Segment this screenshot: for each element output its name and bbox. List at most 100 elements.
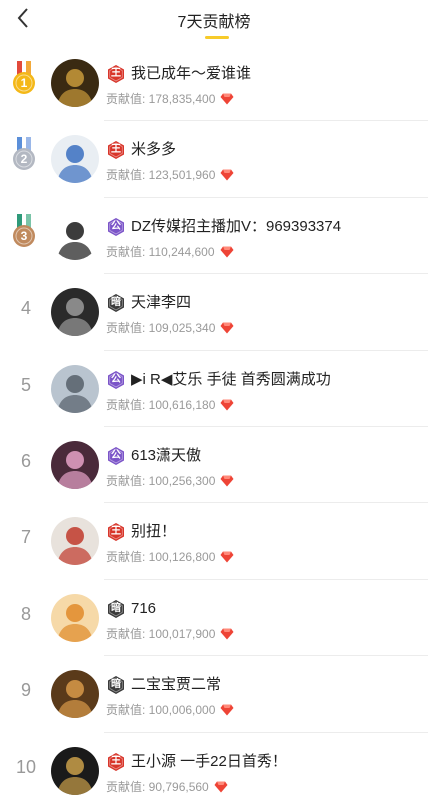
user-name[interactable]: 王小源 一手22日首秀！ [131, 752, 287, 772]
badge-label: 公 [111, 373, 121, 385]
avatar[interactable] [51, 746, 99, 795]
leaderboard-list: 1 王 我已成年～爱谁谁 贡献值: 178,835,400 2 王 米多多 贡献… [0, 45, 428, 802]
an-badge-icon: 暗 [106, 599, 126, 619]
user-name[interactable]: ▶i R◀艾乐 手徒 首秀圆满成功 [131, 370, 331, 390]
rank-number: 5 [20, 374, 31, 395]
avatar[interactable] [51, 517, 99, 566]
contrib-label: 贡献值: [106, 397, 149, 412]
list-item[interactable]: 6 公 613潇天傲 贡献值: 100,256,300 [0, 427, 428, 504]
contribution-value: 贡献值: 90,796,560 [106, 779, 228, 795]
contrib-label: 贡献值: [106, 703, 149, 718]
contrib-label: 贡献值: [106, 779, 149, 794]
badge-label: 王 [111, 144, 121, 156]
badge-label: 暗 [111, 297, 121, 309]
rank-number: 9 [20, 680, 31, 701]
contrib-amount: 123,501,960 [148, 168, 216, 183]
contrib-amount: 178,835,400 [148, 92, 216, 106]
contribution-value: 贡献值: 100,017,900 [106, 626, 234, 642]
avatar[interactable] [51, 440, 99, 489]
page-title: 7天贡献榜 [177, 14, 251, 31]
user-name[interactable]: 我已成年～爱谁谁 [131, 64, 251, 84]
title-active-indicator [205, 36, 229, 39]
medal-rank: 2 [20, 152, 28, 167]
list-item[interactable]: 8 暗 716 贡献值: 100,017,900 [0, 580, 428, 657]
contribution-value: 贡献值: 109,025,340 [106, 320, 234, 336]
user-name[interactable]: DZ传媒招主播加V：969393374 [131, 217, 341, 237]
gem-icon [220, 322, 234, 334]
badge-label: 王 [111, 68, 121, 79]
list-item[interactable]: 2 王 米多多 贡献值: 123,501,960 [0, 121, 428, 198]
gong-badge-icon: 公 [106, 446, 126, 466]
avatar[interactable] [51, 59, 99, 107]
gem-icon [220, 399, 234, 411]
contribution-value: 贡献值: 100,006,000 [106, 702, 234, 718]
list-item[interactable]: 1 王 我已成年～爱谁谁 贡献值: 178,835,400 [0, 45, 428, 122]
badge-label: 公 [111, 449, 121, 461]
rank-number: 4 [20, 298, 31, 319]
contrib-amount: 100,126,800 [148, 550, 216, 565]
user-name[interactable]: 米多多 [131, 140, 176, 160]
king-badge-icon: 王 [106, 522, 126, 542]
rank-number: 10 [15, 756, 37, 777]
list-item[interactable]: 3 公 DZ传媒招主播加V：969393374 贡献值: 110,244,600 [0, 198, 428, 275]
contrib-amount: 109,025,340 [148, 321, 216, 336]
gem-icon [220, 93, 234, 105]
user-name[interactable]: 天津李四 [131, 293, 191, 313]
user-name[interactable]: 二宝宝贾二常 [131, 675, 221, 695]
an-badge-icon: 暗 [106, 293, 126, 313]
badge-label: 王 [111, 526, 121, 538]
rank-number: 7 [20, 527, 31, 548]
contrib-label: 贡献值: [106, 473, 149, 488]
king-badge-icon: 王 [106, 140, 126, 160]
king-badge-icon: 王 [106, 64, 126, 84]
gem-icon [220, 475, 234, 487]
contrib-amount: 100,616,180 [148, 397, 216, 412]
gem-icon [220, 551, 234, 563]
avatar[interactable] [51, 670, 99, 719]
list-item[interactable]: 4 暗 天津李四 贡献值: 109,025,340 [0, 274, 428, 351]
top-bar: 7天贡献榜 [0, 0, 428, 44]
contribution-value: 贡献值: 100,126,800 [106, 549, 234, 565]
contrib-amount: 90,796,560 [148, 779, 209, 794]
gong-badge-icon: 公 [106, 370, 126, 390]
contribution-value: 贡献值: 100,616,180 [106, 397, 234, 413]
avatar[interactable] [51, 364, 99, 413]
contrib-label: 贡献值: [106, 626, 149, 641]
contrib-label: 贡献值: [106, 244, 149, 259]
user-name[interactable]: 613潇天傲 [131, 446, 201, 466]
contrib-amount: 100,017,900 [148, 626, 216, 641]
badge-label: 公 [111, 220, 121, 232]
contrib-label: 贡献值: [106, 321, 149, 336]
list-item[interactable]: 5 公 ▶i R◀艾乐 手徒 首秀圆满成功 贡献值: 100,616,180 [0, 351, 428, 427]
badge-label: 王 [111, 755, 121, 767]
gong-badge-icon: 公 [106, 217, 126, 237]
rank-number: 8 [20, 603, 31, 624]
avatar[interactable] [51, 135, 99, 184]
list-item[interactable]: 9 暗 二宝宝贾二常 贡献值: 100,006,000 [0, 656, 428, 733]
rank-number: 6 [20, 450, 31, 471]
contribution-value: 贡献值: 123,501,960 [106, 167, 234, 183]
silver-medal-icon: 2 [12, 137, 36, 171]
user-name[interactable]: 别扭！ [131, 522, 176, 542]
contribution-value: 贡献值: 178,835,400 [106, 91, 234, 107]
list-item[interactable]: 10 王 王小源 一手22日首秀！ 贡献值: 90,796,560 [0, 733, 428, 802]
badge-label: 暗 [111, 679, 121, 691]
contribution-value: 贡献值: 110,244,600 [106, 244, 234, 260]
avatar[interactable] [51, 288, 99, 337]
contrib-label: 贡献值: [106, 550, 149, 565]
gem-icon [220, 628, 234, 640]
contrib-amount: 100,006,000 [148, 703, 216, 718]
list-item[interactable]: 7 王 别扭！ 贡献值: 100,126,800 [0, 503, 428, 580]
bronze-medal-icon: 3 [12, 213, 36, 248]
an-badge-icon: 暗 [106, 675, 126, 695]
avatar[interactable] [51, 593, 99, 642]
gem-icon [220, 704, 234, 716]
avatar[interactable] [51, 211, 99, 260]
contrib-amount: 110,244,600 [148, 244, 215, 259]
user-name[interactable]: 716 [131, 599, 156, 619]
contribution-value: 贡献值: 100,256,300 [106, 473, 234, 489]
gold-medal-icon: 1 [12, 61, 36, 95]
gem-icon [220, 169, 234, 181]
contrib-label: 贡献值: [106, 92, 149, 106]
contrib-amount: 100,256,300 [148, 473, 216, 488]
